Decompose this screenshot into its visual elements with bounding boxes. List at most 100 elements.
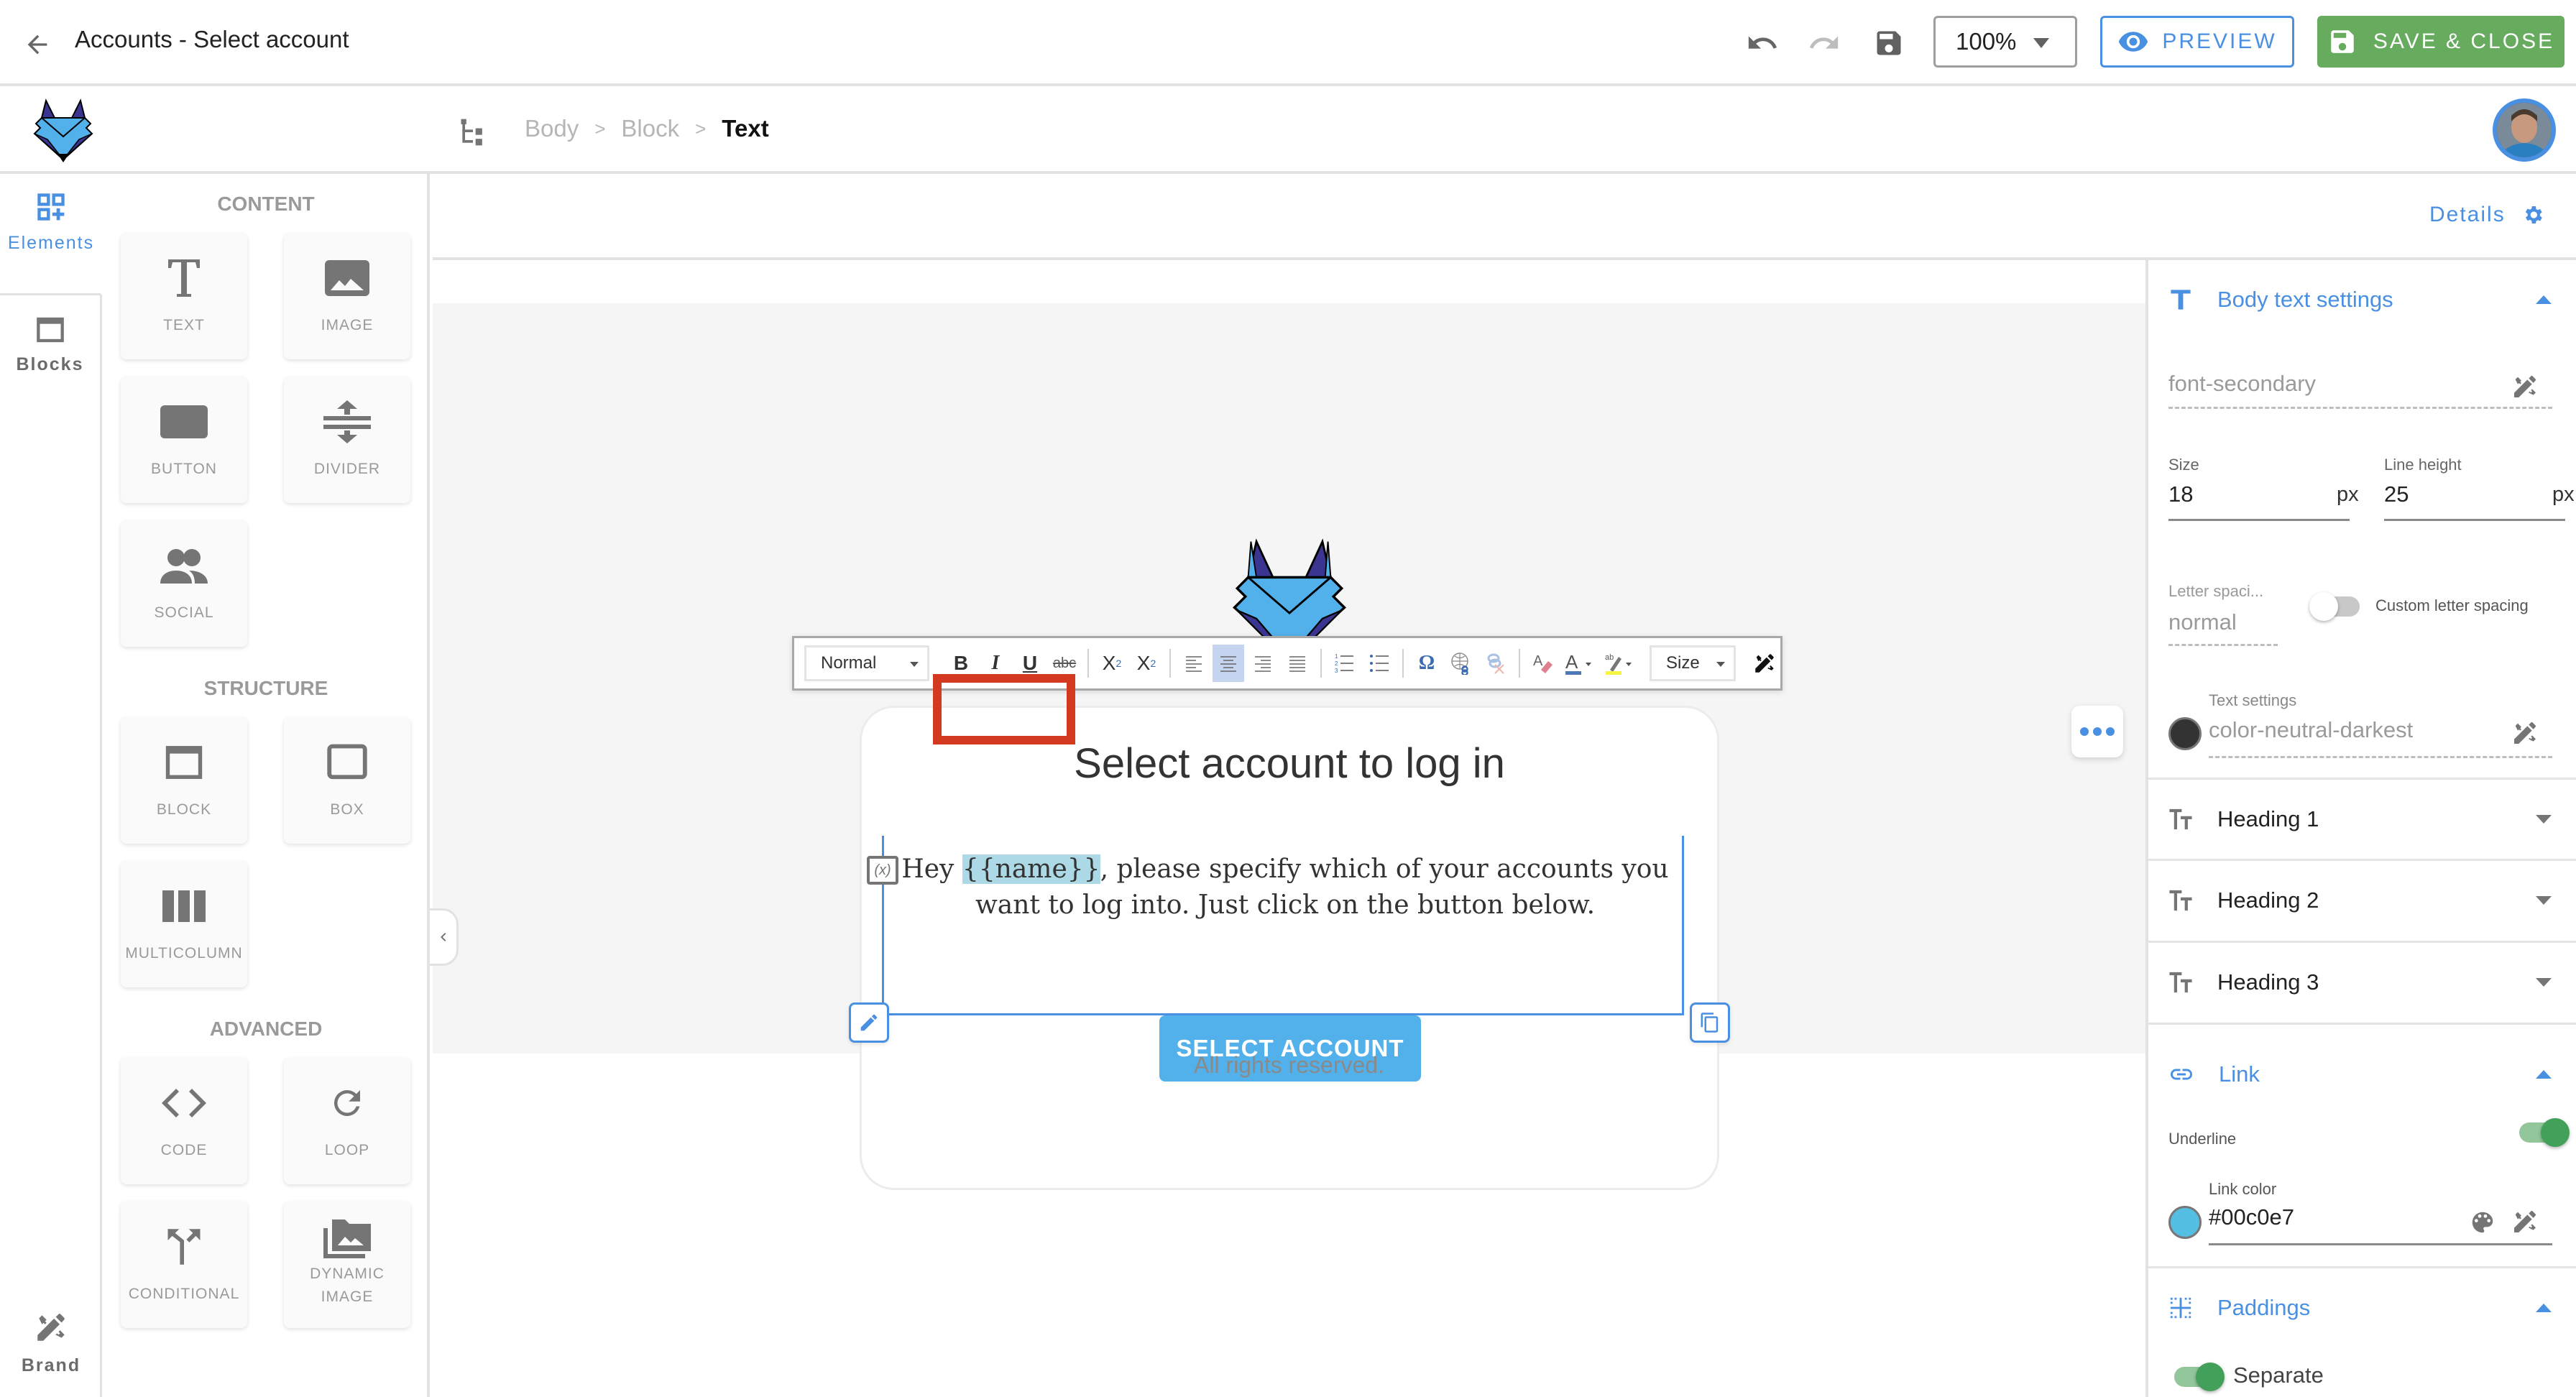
save-button[interactable] [1867, 22, 1910, 65]
background-color-button[interactable]: ab [1602, 645, 1639, 682]
element-image[interactable]: IMAGE [284, 233, 410, 359]
element-multicolumn[interactable]: MULTICOLUMN [121, 861, 247, 987]
element-button[interactable]: BUTTON [121, 377, 247, 503]
text-color-button[interactable]: A [1562, 645, 1599, 682]
justify-button[interactable] [1282, 645, 1313, 682]
brand-tools-icon[interactable] [2511, 719, 2539, 747]
section-heading-2[interactable]: Heading 2 [2148, 861, 2576, 940]
back-button[interactable] [17, 24, 58, 65]
divider-icon [323, 400, 371, 443]
underline-button[interactable]: U [1014, 645, 1046, 682]
text-color-field[interactable]: color-neutral-darkest [2209, 717, 2413, 743]
chevron-up-icon [2536, 1070, 2552, 1079]
section-heading-3[interactable]: Heading 3 [2148, 943, 2576, 1022]
breadcrumb-separator: > [594, 117, 606, 139]
chevron-left-icon [440, 933, 446, 941]
bulleted-list-button[interactable] [1363, 645, 1395, 682]
email-footer-text[interactable]: All rights reserved. [433, 1052, 2145, 1079]
text-color-swatch[interactable] [2168, 717, 2202, 750]
font-size-select[interactable]: Size [1650, 645, 1736, 681]
custom-letter-spacing-toggle[interactable] [2309, 592, 2364, 621]
separate-paddings-toggle[interactable] [2170, 1363, 2225, 1391]
name-variable[interactable]: {{name}} [962, 854, 1100, 884]
italic-button[interactable]: I [980, 645, 1011, 682]
element-loop[interactable]: LOOP [284, 1058, 410, 1184]
insert-variable-button[interactable]: (x) [867, 856, 898, 885]
redo-button[interactable] [1803, 22, 1846, 65]
link-color-swatch[interactable] [2168, 1206, 2202, 1239]
tab-elements[interactable]: Elements [0, 191, 102, 293]
element-social[interactable]: SOCIAL [121, 520, 247, 647]
user-avatar[interactable] [2493, 98, 2556, 162]
element-divider-label: DIVIDER [313, 461, 381, 477]
subscript-button[interactable]: X2 [1096, 645, 1128, 682]
preview-button[interactable]: PREVIEW [2100, 16, 2294, 68]
link-icon [2171, 1069, 2192, 1080]
properties-panel: Body text settings font-secondary Size 1… [2145, 260, 2576, 1397]
special-character-button[interactable]: Ω [1411, 645, 1443, 682]
font-size-value: Size [1666, 653, 1700, 673]
link-button[interactable] [1445, 645, 1477, 682]
brand-tools-icon[interactable] [2511, 1207, 2539, 1236]
email-heading[interactable]: Select account to log in [862, 739, 1717, 790]
element-divider[interactable]: DIVIDER [284, 377, 410, 503]
size-input[interactable]: 18 [2168, 481, 2193, 507]
bold-button[interactable]: B [945, 645, 977, 682]
link-color-input[interactable]: #00c0e7 [2209, 1204, 2294, 1230]
line-height-unit: px [2552, 483, 2575, 506]
undo-icon [1748, 36, 1777, 49]
details-button[interactable]: Details [2429, 203, 2544, 227]
numbered-list-button[interactable]: 123 [1329, 645, 1361, 682]
save-and-close-button[interactable]: SAVE & CLOSE [2317, 16, 2564, 68]
details-bar: Details [433, 174, 2576, 260]
section-paddings[interactable]: Paddings [2148, 1268, 2576, 1347]
edit-block-button[interactable] [849, 1002, 889, 1043]
more-options-button[interactable] [2071, 706, 2123, 757]
toolbar-separator [1320, 649, 1322, 678]
unlink-button[interactable] [1480, 645, 1512, 682]
duplicate-block-button[interactable] [1690, 1002, 1730, 1043]
tree-structure-button[interactable] [457, 116, 489, 148]
palette-icon[interactable] [2469, 1209, 2496, 1236]
add-elements-icon [37, 193, 65, 221]
format-select[interactable]: Normal [804, 645, 929, 681]
line-height-input[interactable]: 25 [2384, 481, 2409, 507]
element-text[interactable]: TEXT [121, 233, 247, 359]
selected-text-block[interactable]: (x) Hey {{name}}, please specify which o… [867, 836, 1684, 1015]
strikethrough-button[interactable]: abc [1049, 645, 1080, 682]
align-left-button[interactable] [1178, 645, 1210, 682]
section-heading-1[interactable]: Heading 1 [2148, 780, 2576, 859]
align-center-button[interactable] [1213, 645, 1244, 682]
remove-format-button[interactable]: A [1527, 645, 1559, 682]
section-link[interactable]: Link [2148, 1035, 2576, 1114]
element-dynamic-image[interactable]: DYNAMIC IMAGE [284, 1202, 410, 1328]
align-right-button[interactable] [1247, 645, 1279, 682]
section-title: Heading 3 [2217, 969, 2319, 995]
brand-tools-icon[interactable] [2511, 372, 2539, 401]
undo-button[interactable] [1741, 22, 1784, 65]
underline-toggle[interactable] [2515, 1118, 2570, 1147]
zoom-select[interactable]: 100% [1933, 16, 2077, 68]
element-code[interactable]: CODE [121, 1058, 247, 1184]
document-title: Accounts - Select account [75, 26, 349, 52]
section-body-text-settings[interactable]: Body text settings [2148, 260, 2576, 339]
superscript-button[interactable]: X2 [1131, 645, 1162, 682]
brand-button[interactable]: Brand [0, 1309, 102, 1396]
custom-letter-spacing-label: Custom letter spacing [2375, 596, 2529, 614]
chevron-down-icon [2536, 978, 2552, 987]
tab-blocks[interactable]: Blocks [0, 293, 102, 401]
element-block[interactable]: BLOCK [121, 717, 247, 844]
letter-spacing-field[interactable]: normal [2168, 609, 2237, 635]
text-settings-label: Text settings [2209, 691, 2297, 709]
element-conditional[interactable]: CONDITIONAL [121, 1202, 247, 1328]
section-heading-structure: STRUCTURE [203, 677, 328, 699]
font-family-field[interactable]: font-secondary [2168, 371, 2316, 397]
email-body-text[interactable]: Hey {{name}}, please specify which of yo… [897, 852, 1673, 923]
element-box[interactable]: BOX [284, 717, 410, 844]
brand-tools-button[interactable] [1749, 645, 1780, 682]
breadcrumb-body[interactable]: Body [525, 115, 579, 142]
image-icon [325, 260, 369, 296]
breadcrumb-block[interactable]: Block [621, 115, 679, 142]
collapse-panel-button[interactable] [430, 908, 459, 966]
gear-icon [2525, 206, 2542, 223]
